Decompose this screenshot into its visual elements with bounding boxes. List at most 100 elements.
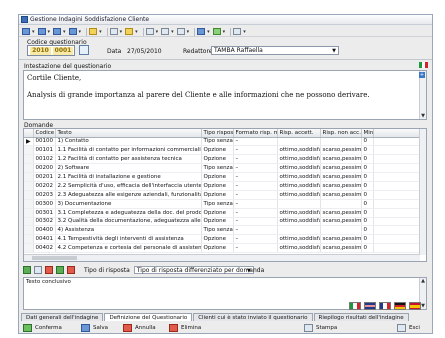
codice-year[interactable]: 2010: [30, 47, 51, 55]
table-row[interactable]: ▶001001) ContattoTipo senza risp.– 0: [24, 137, 421, 147]
cell-nonacc[interactable]: scarso,pessimo,ne: [320, 243, 362, 254]
cell-formato[interactable]: –: [233, 172, 278, 182]
cell-testo[interactable]: 2.3 Adeguatezza alle esigenze aziendali,…: [55, 190, 202, 200]
tab-clienti[interactable]: Clienti cui è stato inviato il questiona…: [193, 313, 313, 321]
cell-extra[interactable]: [373, 181, 421, 191]
cell-codice[interactable]: 00401: [33, 234, 56, 245]
cell-codice[interactable]: 00102: [33, 154, 56, 165]
spain-flag-icon[interactable]: [409, 302, 421, 310]
cell-accett[interactable]: ottimo,soddisfacen: [277, 243, 321, 254]
table-row[interactable]: 00202 2.2 Semplicità d'uso, efficacia del…: [24, 181, 421, 191]
export-icon[interactable]: [161, 28, 170, 35]
dropdown-icon[interactable]: ▾: [207, 29, 210, 35]
cell-testo[interactable]: 4.1 Tempestività degli interventi di ass…: [55, 234, 202, 245]
dropdown-icon[interactable]: ▾: [156, 29, 159, 35]
uk-flag-icon[interactable]: [364, 302, 376, 310]
dropdown-icon[interactable]: ▾: [135, 29, 138, 35]
header-codice[interactable]: Codice: [33, 129, 56, 138]
cell-nonacc[interactable]: scarso,pessimo,ne: [320, 234, 362, 245]
calendar-icon[interactable]: [79, 45, 89, 55]
cell-min[interactable]: 0: [361, 163, 374, 174]
tab-dati-generali[interactable]: Dati generali dell'indagine: [21, 313, 104, 321]
table-row[interactable]: 00102 1.2 Facilità di contatto per assist…: [24, 154, 421, 165]
cell-tipo[interactable]: Tipo senza risp.: [201, 137, 234, 147]
cell-extra[interactable]: [373, 172, 421, 182]
tipo-risposta-select[interactable]: Tipo di risposta differenziato per doman…: [133, 266, 264, 274]
cell-formato[interactable]: –: [233, 181, 278, 191]
dropdown-icon[interactable]: ▾: [120, 29, 123, 35]
cell-codice[interactable]: 00101: [33, 145, 56, 156]
dropdown-icon[interactable]: ▾: [243, 29, 246, 35]
cell-nonacc[interactable]: scarso,pessimo,ne: [320, 172, 362, 182]
tab-definizione[interactable]: Definizione del Questionario: [104, 313, 193, 321]
italy-flag-icon[interactable]: [349, 302, 361, 310]
cell-codice[interactable]: 00402: [33, 243, 56, 254]
cell-tipo[interactable]: Opzione: [201, 172, 234, 182]
cell-codice[interactable]: 00301: [33, 208, 56, 218]
scroll-down-icon[interactable]: ▼: [420, 113, 426, 119]
cell-min[interactable]: 0: [361, 208, 374, 218]
cell-tipo[interactable]: Opzione: [201, 208, 234, 218]
settings-icon[interactable]: [233, 28, 242, 35]
cell-tipo[interactable]: Opzione: [201, 243, 234, 254]
cell-accett[interactable]: ottimo,soddisfacen: [277, 154, 321, 165]
intestazione-textarea[interactable]: Cortile Cliente, Analysis di grande impo…: [23, 70, 427, 120]
add-row-icon[interactable]: [23, 266, 31, 274]
scroll-thumb[interactable]: [32, 256, 77, 260]
cell-formato[interactable]: –: [233, 154, 278, 165]
cell-codice[interactable]: 00300: [33, 199, 56, 209]
copy-icon[interactable]: [109, 28, 118, 35]
cell-formato[interactable]: –: [233, 208, 278, 218]
cell-accett[interactable]: [277, 137, 321, 147]
table-row[interactable]: 00301 3.1 Completezza e adeguatezza della…: [24, 208, 421, 218]
cell-min[interactable]: 0: [361, 243, 374, 254]
dropdown-icon[interactable]: ▾: [79, 29, 82, 35]
cell-tipo[interactable]: Opzione: [201, 145, 234, 156]
cell-tipo[interactable]: Opzione: [201, 154, 234, 165]
dropdown-icon[interactable]: ▾: [223, 29, 226, 35]
cell-min[interactable]: 0: [361, 137, 374, 147]
cell-accett[interactable]: ottimo,soddisfacen: [277, 190, 321, 200]
cell-min[interactable]: 0: [361, 145, 374, 156]
table-row[interactable]: 003003) DocumentazioneTipo senza risp.– 0: [24, 199, 421, 209]
germany-flag-icon[interactable]: [394, 302, 406, 310]
dropdown-icon[interactable]: ▾: [32, 29, 35, 35]
header-tipo[interactable]: Tipo risposta: [201, 129, 234, 138]
grid-icon[interactable]: [212, 28, 221, 35]
cell-tipo[interactable]: Tipo senza risp.: [201, 163, 234, 174]
grid-horizontal-scrollbar[interactable]: [24, 254, 420, 261]
delete-row-icon[interactable]: [45, 266, 53, 274]
table-row[interactable]: 00101 1.1 Facilità di contatto per inform…: [24, 145, 421, 156]
mail-icon[interactable]: [176, 28, 185, 35]
cell-nonacc[interactable]: [320, 199, 362, 209]
cell-min[interactable]: 0: [361, 225, 374, 236]
expand-icon[interactable]: +: [419, 72, 425, 78]
cell-codice[interactable]: 00201: [33, 172, 56, 182]
dropdown-icon[interactable]: ▾: [187, 29, 190, 35]
table-row[interactable]: 00402 4.2 Competenza e cortesia del perso…: [24, 243, 421, 254]
last-record-icon[interactable]: [68, 28, 77, 35]
cell-testo[interactable]: 1.2 Facilità di contatto per assistenza …: [55, 154, 202, 165]
cell-testo[interactable]: 4.2 Competenza e cortesia del personale …: [55, 243, 202, 254]
intestazione-scrollbar[interactable]: ▲ ▼: [419, 71, 426, 119]
cell-testo[interactable]: 1.1 Facilità di contatto per informazion…: [55, 145, 202, 156]
cell-accett[interactable]: [277, 199, 321, 209]
cell-tipo[interactable]: Opzione: [201, 190, 234, 200]
help-icon[interactable]: [197, 28, 206, 35]
table-row[interactable]: 004004) AssistenzaTipo senza risp.– 0: [24, 225, 421, 236]
cell-codice[interactable]: 00100: [33, 137, 56, 147]
cell-nonacc[interactable]: scarso,pessimo,ne: [320, 145, 362, 156]
cell-extra[interactable]: [373, 190, 421, 200]
cell-codice[interactable]: 00302: [33, 217, 56, 227]
cell-extra[interactable]: [373, 243, 421, 254]
table-row[interactable]: 00203 2.3 Adeguatezza alle esigenze azien…: [24, 190, 421, 200]
cell-accett[interactable]: ottimo,soddisfacen: [277, 234, 321, 245]
cell-testo[interactable]: 3) Documentazione: [55, 199, 202, 209]
redattore-select[interactable]: TAMBA Raffaella ▼: [211, 46, 339, 55]
cell-codice[interactable]: 00200: [33, 163, 56, 174]
cell-tipo[interactable]: Tipo senza risp.: [201, 225, 234, 236]
tab-riepilogo[interactable]: Riepilogo risultati dell'indagine: [313, 313, 409, 321]
cell-accett[interactable]: ottimo,soddisfacen: [277, 181, 321, 191]
cell-min[interactable]: 0: [361, 181, 374, 191]
undo-row-icon[interactable]: [67, 266, 75, 274]
